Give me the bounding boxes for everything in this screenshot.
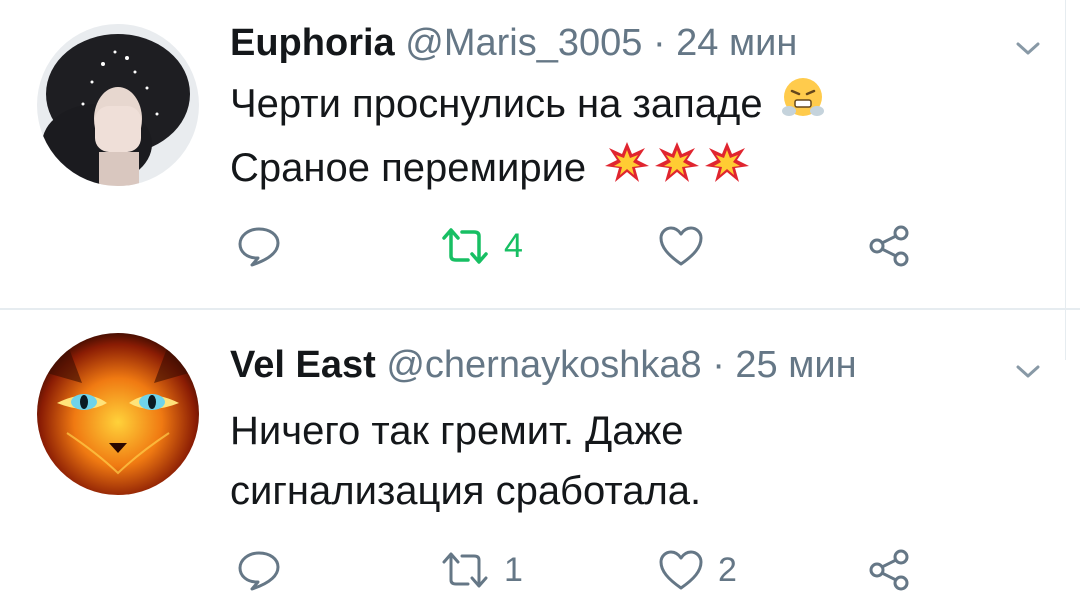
reply-button[interactable] bbox=[236, 540, 296, 600]
share-button[interactable] bbox=[866, 216, 912, 276]
separator: · bbox=[712, 344, 725, 386]
display-name[interactable]: Vel East bbox=[230, 344, 376, 386]
chevron-down-icon[interactable] bbox=[1010, 353, 1046, 389]
retweet-icon bbox=[442, 228, 488, 264]
collision-emoji bbox=[603, 140, 753, 201]
reply-button[interactable] bbox=[236, 216, 296, 276]
tweet[interactable]: Vel East @chernaykoshka8 · 25 мин Ничего… bbox=[0, 310, 1080, 613]
tweet-line: Ничего так гремит. Даже bbox=[230, 409, 684, 453]
retweet-count: 1 bbox=[504, 550, 523, 589]
tweet-header: Vel East @chernaykoshka8 · 25 мин bbox=[230, 341, 857, 389]
avatar[interactable] bbox=[37, 333, 199, 495]
display-name[interactable]: Euphoria bbox=[230, 22, 395, 64]
timestamp[interactable]: 24 мин bbox=[676, 22, 797, 64]
tweet-text: Черти проснулись на западе Сраное переми… bbox=[230, 74, 826, 201]
tweet[interactable]: Euphoria @Maris_3005 · 24 мин Черти прос… bbox=[0, 0, 1080, 310]
heart-icon bbox=[659, 226, 703, 266]
user-handle[interactable]: @Maris_3005 bbox=[405, 22, 642, 64]
share-button[interactable] bbox=[866, 540, 912, 600]
scrollbar[interactable] bbox=[1065, 0, 1080, 360]
retweet-button[interactable]: 1 bbox=[440, 540, 523, 600]
retweet-button[interactable]: 4 bbox=[440, 216, 523, 276]
reply-icon bbox=[238, 551, 280, 591]
heart-icon bbox=[659, 550, 703, 590]
tweet-actions: 1 2 bbox=[230, 540, 990, 600]
retweet-icon bbox=[442, 552, 488, 588]
reply-icon bbox=[238, 227, 280, 267]
tweet-line: Сраное перемирие bbox=[230, 138, 826, 201]
chevron-down-icon[interactable] bbox=[1010, 30, 1046, 66]
like-count: 2 bbox=[718, 550, 737, 589]
timestamp[interactable]: 25 мин bbox=[735, 344, 856, 386]
tweet-line: сигнализация сработала. bbox=[230, 469, 702, 513]
avatar[interactable] bbox=[37, 24, 199, 186]
tweet-header: Euphoria @Maris_3005 · 24 мин bbox=[230, 19, 797, 67]
like-button[interactable] bbox=[658, 216, 718, 276]
tweet-text: Ничего так гремит. Даже сигнализация сра… bbox=[230, 401, 701, 521]
user-handle[interactable]: @chernaykoshka8 bbox=[386, 344, 701, 386]
steam-face-emoji bbox=[780, 75, 826, 138]
share-icon bbox=[869, 549, 909, 591]
share-icon bbox=[869, 225, 909, 267]
tweet-actions: 4 bbox=[230, 216, 990, 276]
retweet-count: 4 bbox=[504, 226, 523, 265]
like-button[interactable]: 2 bbox=[658, 540, 737, 600]
separator: · bbox=[652, 22, 666, 64]
tweet-line: Черти проснулись на западе bbox=[230, 74, 826, 138]
